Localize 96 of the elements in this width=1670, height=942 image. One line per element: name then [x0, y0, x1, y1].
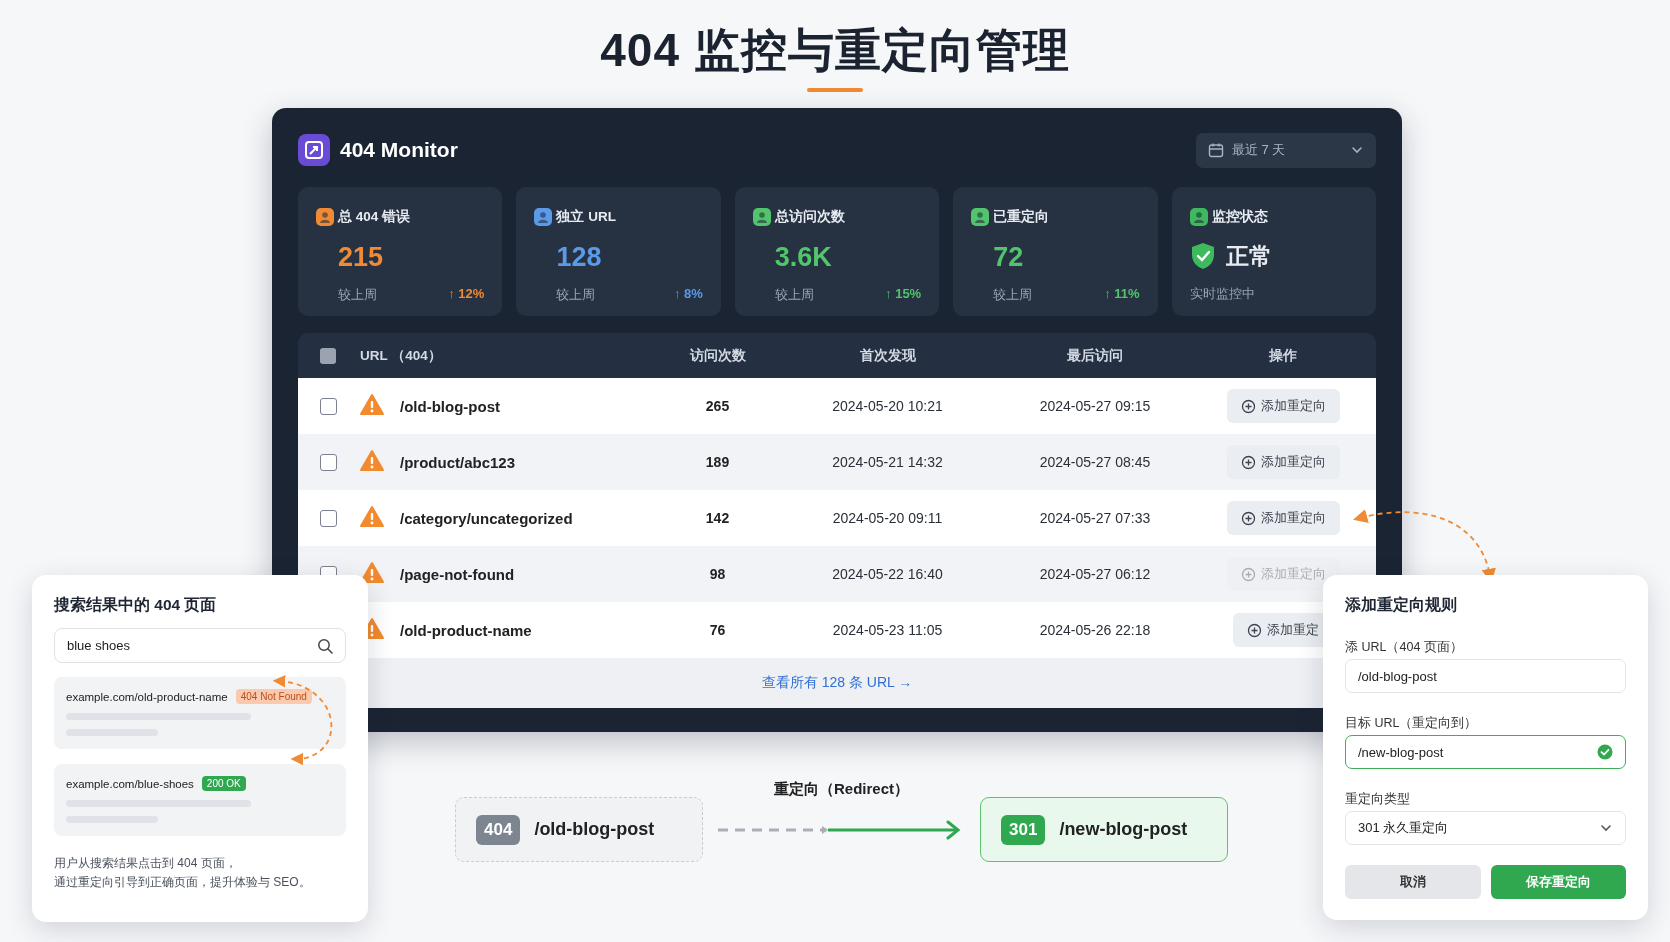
visits-cell-text: 189 — [704, 454, 731, 470]
card-title: 搜索结果中的 404 页面 — [54, 595, 218, 615]
date-cell-text: 2024-05-23 11:05 — [831, 622, 944, 638]
column-header: 最后访问 — [1066, 346, 1124, 365]
date-cell-text: 2024-05-27 07:33 — [1038, 510, 1152, 526]
table-row[interactable]: /product/abc123 189 2024-05-21 14:32 2024-05-27 08:45 添加重定向 — [298, 434, 1376, 490]
date-cell-text: 2024-05-20 09:11 — [831, 510, 944, 526]
visits-cell-text: 98 — [708, 566, 727, 582]
search-icon — [317, 637, 333, 654]
trend-value: ↑ 8% — [673, 286, 703, 303]
stat-compare-label: 较上周 — [338, 286, 377, 304]
search-result[interactable]: example.com/old-product-name 404 Not Found — [54, 677, 346, 749]
plus-circle-icon — [1240, 454, 1256, 470]
stat-compare-label: 较上周 — [774, 286, 814, 304]
date-cell-text: 2024-05-27 06:12 — [1038, 566, 1152, 582]
plus-circle-icon — [1247, 622, 1262, 638]
plus-circle-icon — [1240, 398, 1256, 414]
date-cell-text: 2024-05-20 10:21 — [831, 398, 944, 414]
page-title: 404 监控与重定向管理 — [599, 23, 1071, 78]
field-label: 添 URL（404 页面） — [1345, 639, 1464, 656]
add-redirect-button[interactable]: 添加重定向 — [1226, 389, 1340, 423]
status-note: 实时监控中 — [1189, 285, 1256, 303]
description-text: 用户从搜索结果点击到 404 页面， 通过重定向引导到正确页面，提升体验与 SEO。 — [54, 855, 312, 891]
input-field[interactable]: /new-blog-post — [1345, 735, 1626, 769]
title-underline — [807, 88, 863, 92]
plus-circle-icon — [1240, 566, 1256, 582]
column-header: 操作 — [1268, 346, 1298, 365]
status-badge: 404 Not Found — [235, 689, 312, 704]
url-cell-text: /page-not-found — [400, 565, 516, 583]
table-row[interactable]: /old-blog-post 265 2024-05-20 10:21 2024-05-27 09:15 添加重定向 — [298, 378, 1376, 434]
field-label: 目标 URL（重定向到） — [1345, 715, 1479, 732]
logo-icon — [298, 134, 330, 166]
visits-cell-text: 265 — [704, 398, 731, 414]
stat-label: 独立 URL — [556, 208, 616, 226]
calendar-icon — [1208, 142, 1224, 158]
result-url: example.com/old-product-name — [66, 690, 228, 703]
visits-cell-text: 76 — [708, 622, 727, 638]
app-title: 404 Monitor — [340, 138, 458, 162]
person-icon — [752, 208, 771, 226]
stat-value: 3.6K — [774, 241, 833, 274]
person-icon — [1189, 208, 1208, 226]
result-url: example.com/blue-shoes — [66, 777, 194, 790]
stat-value: 128 — [556, 241, 603, 274]
url-cell-text: /old-product-name — [400, 621, 533, 639]
person-icon — [316, 208, 334, 226]
stat-compare-label: 较上周 — [993, 286, 1033, 304]
person-icon — [971, 208, 990, 226]
column-header: 访问次数 — [688, 346, 747, 365]
status-badge: 200 OK — [201, 776, 246, 791]
node-path: /old-blog-post — [534, 819, 655, 840]
search-field[interactable]: blue shoes — [54, 628, 346, 663]
warning-icon — [360, 449, 384, 471]
url-cell-text: /old-blog-post — [400, 397, 501, 415]
checkbox[interactable] — [320, 509, 337, 527]
date-cell-text: 2024-05-26 22:18 — [1038, 622, 1152, 638]
table-row[interactable]: /category/uncategorized 142 2024-05-20 09:11 2024-05-27 07:33 添加重定向 — [298, 490, 1376, 546]
person-icon — [534, 208, 553, 226]
cancel-button[interactable]: 取消 — [1345, 865, 1481, 899]
visits-cell-text: 142 — [704, 510, 731, 526]
date-cell-text: 2024-05-21 14:32 — [831, 454, 944, 470]
field-label: 重定向类型 — [1345, 791, 1411, 808]
check-circle-icon — [1597, 744, 1613, 760]
status-code-badge: 404 — [476, 814, 521, 845]
add-redirect-button[interactable]: 添加重定向 — [1226, 501, 1340, 535]
search-result[interactable]: example.com/blue-shoes 200 OK — [54, 764, 346, 836]
trend-value: ↑ 12% — [448, 286, 485, 303]
url-cell-text: /product/abc123 — [400, 453, 517, 471]
checkbox[interactable] — [320, 397, 337, 415]
column-header: 首次发现 — [858, 346, 917, 365]
warning-icon — [360, 393, 384, 415]
status-value: 正常 — [1225, 241, 1272, 271]
redirect-label: 重定向（Redirect） — [774, 780, 909, 799]
input-field[interactable]: /old-blog-post — [1345, 659, 1626, 693]
view-all-link[interactable]: 查看所有 128 条 URL → — [761, 674, 913, 692]
date-cell-text: 2024-05-27 08:45 — [1038, 454, 1152, 470]
node-path: /new-blog-post — [1059, 819, 1188, 840]
stat-value: 215 — [338, 241, 385, 274]
trend-value: ↑ 11% — [1104, 286, 1140, 303]
url-cell-text: /category/uncategorized — [400, 509, 574, 527]
warning-icon — [360, 505, 384, 527]
stat-value: 72 — [993, 241, 1025, 274]
stat-label: 已重定向 — [993, 208, 1050, 226]
date-range-dropdown[interactable]: 最近 7 天 — [1196, 132, 1376, 168]
plus-circle-icon — [1240, 510, 1256, 526]
add-redirect-button[interactable]: 添加重定向 — [1226, 445, 1340, 479]
trend-value: ↑ 15% — [885, 286, 922, 303]
date-cell-text: 2024-05-27 09:15 — [1038, 398, 1152, 414]
column-header: URL （404） — [360, 346, 443, 365]
dropdown[interactable]: 301 永久重定向 — [1345, 811, 1626, 845]
status-code-badge: 301 — [1001, 814, 1046, 845]
stat-label: 总访问次数 — [774, 208, 845, 226]
stat-compare-label: 较上周 — [556, 286, 596, 304]
stat-label: 监控状态 — [1211, 208, 1268, 226]
stat-label: 总 404 错误 — [338, 208, 411, 226]
checkbox[interactable] — [320, 453, 337, 471]
date-cell-text: 2024-05-22 16:40 — [831, 566, 944, 582]
